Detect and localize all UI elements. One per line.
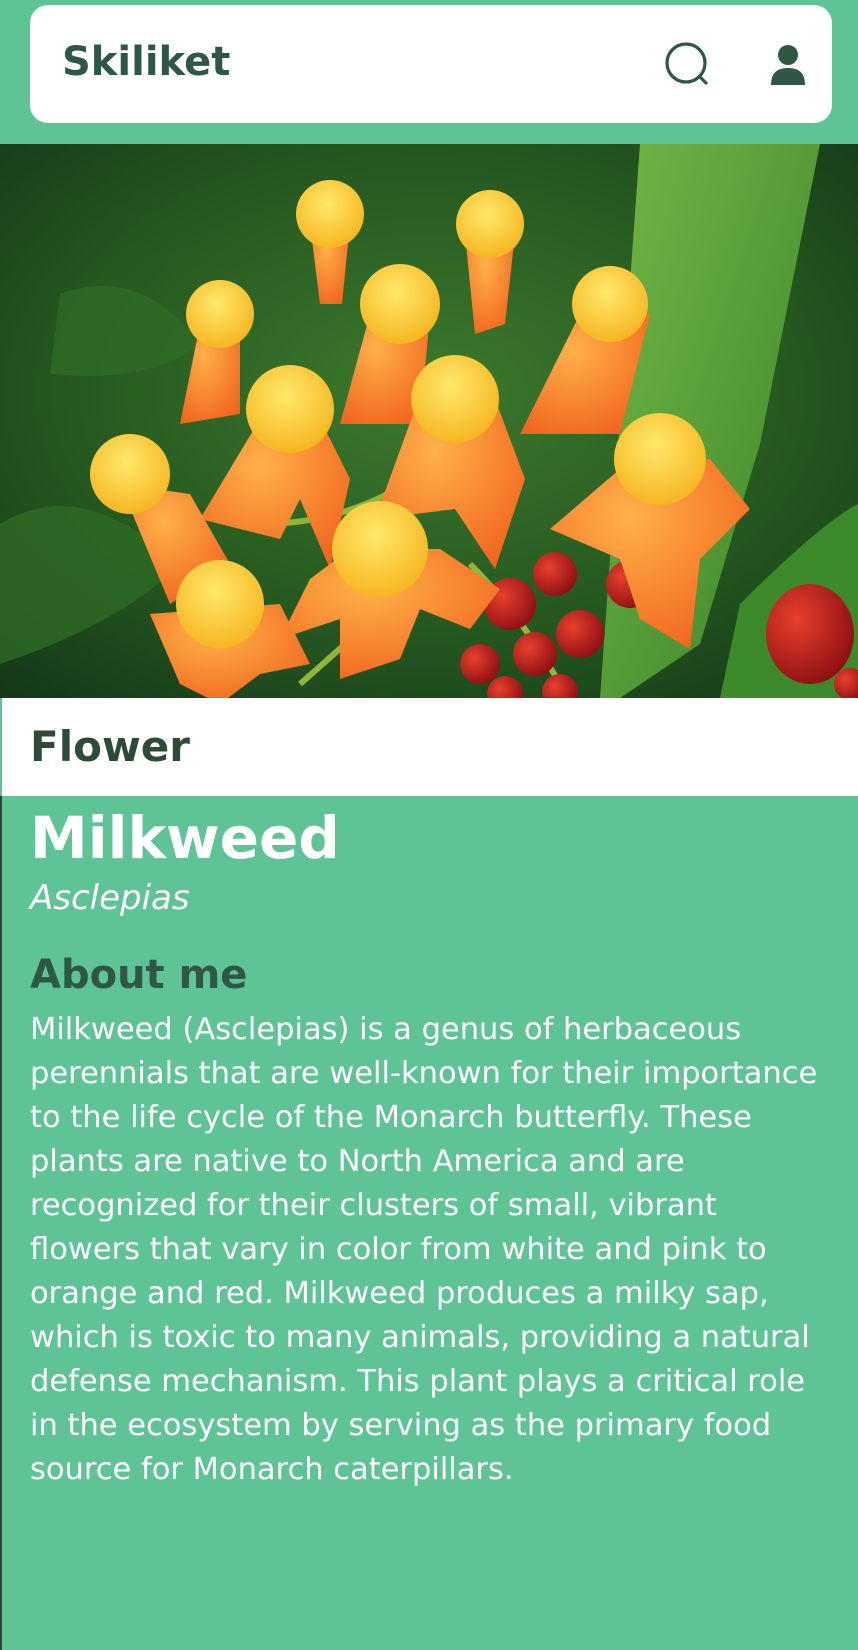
search-button[interactable]	[660, 37, 716, 93]
plant-details: Milkweed Asclepias About me Milkweed (As…	[0, 796, 858, 1650]
app-title: Skiliket	[62, 39, 231, 85]
plant-latin-name: Asclepias	[30, 878, 190, 918]
category-label: Flower	[30, 722, 190, 771]
about-heading: About me	[30, 952, 248, 998]
about-description: Milkweed (Asclepias) is a genus of herba…	[30, 1012, 818, 1487]
plant-common-name: Milkweed	[30, 804, 340, 872]
search-icon	[665, 42, 708, 85]
category-bar: Flower	[2, 698, 858, 796]
hero-image	[0, 144, 858, 698]
header-card: Skiliket	[30, 5, 832, 123]
profile-button[interactable]	[760, 37, 816, 93]
user-icon	[771, 45, 805, 85]
header-bar: Skiliket	[0, 0, 858, 144]
flower-photo	[0, 144, 858, 698]
